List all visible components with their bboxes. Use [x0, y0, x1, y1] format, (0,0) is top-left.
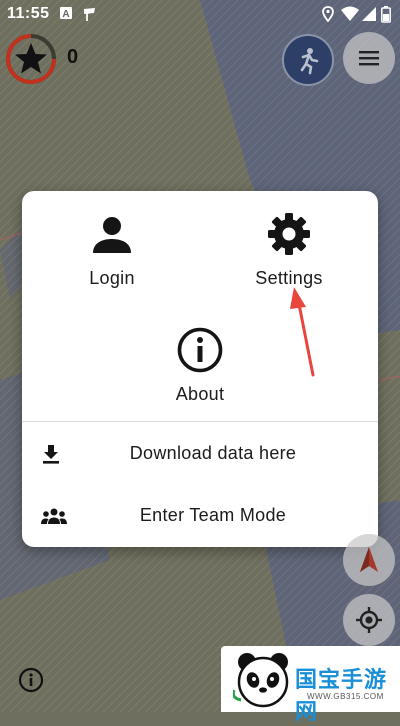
- menu-icon: [359, 51, 379, 66]
- watermark: 国宝手游网 WWW.GB315.COM: [221, 646, 400, 724]
- score-progress-ring[interactable]: [4, 32, 58, 86]
- score-value: 0: [67, 46, 79, 68]
- download-data-row[interactable]: Download data here: [22, 427, 378, 483]
- signal-icon: [362, 7, 376, 21]
- notification-flag-icon: [84, 8, 95, 21]
- about-label: About: [175, 384, 225, 404]
- info-icon[interactable]: [18, 667, 44, 693]
- menu-divider: [22, 421, 378, 422]
- panda-logo-icon: [233, 653, 289, 708]
- status-bar: 11:55 A: [0, 0, 400, 28]
- login-label: Login: [89, 268, 135, 288]
- settings-tile[interactable]: Settings: [239, 211, 339, 289]
- locate-button[interactable]: [343, 594, 395, 646]
- compass-button[interactable]: [343, 534, 395, 586]
- wifi-icon: [341, 6, 359, 21]
- download-data-label: Download data here: [129, 443, 297, 463]
- locate-icon: [356, 607, 382, 633]
- team-mode-label: Enter Team Mode: [139, 505, 287, 525]
- status-time: 11:55: [7, 5, 50, 22]
- about-tile[interactable]: About: [150, 327, 250, 405]
- star-icon: [15, 43, 47, 74]
- annotation-arrow: [290, 287, 315, 377]
- person-icon: [93, 217, 131, 253]
- watermark-url: WWW.GB315.COM: [307, 692, 384, 701]
- compass-icon: [360, 547, 378, 572]
- gear-icon: [268, 213, 310, 255]
- runner-mode-button[interactable]: [282, 34, 334, 86]
- login-tile[interactable]: Login: [62, 213, 162, 289]
- runner-mode-icon: [300, 48, 319, 75]
- menu-button[interactable]: [343, 32, 395, 84]
- info-circle-icon: [177, 327, 223, 373]
- main-menu-popup: Login Settings About Download data here …: [22, 191, 378, 547]
- battery-icon: [381, 6, 391, 23]
- svg-text:A: A: [62, 9, 69, 20]
- location-icon: [322, 6, 334, 22]
- team-mode-row[interactable]: Enter Team Mode: [22, 489, 378, 545]
- notification-a-icon: A: [60, 7, 72, 20]
